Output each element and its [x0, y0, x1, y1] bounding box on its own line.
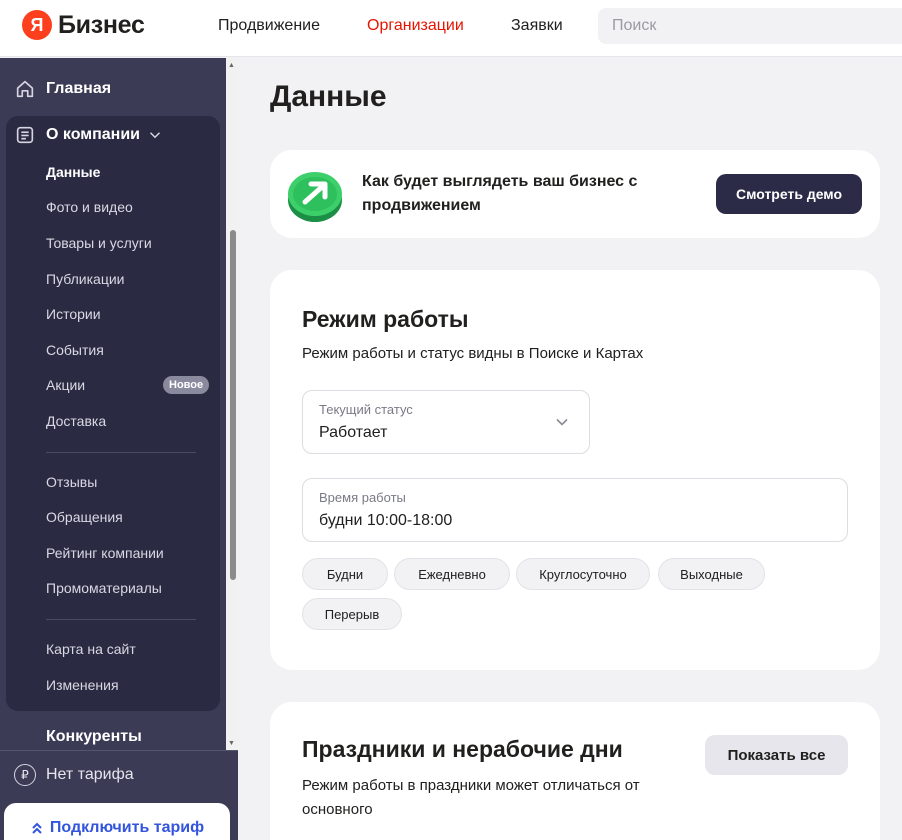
- chip-round-the-clock[interactable]: Круглосуточно: [516, 558, 650, 590]
- sidebar-item-tariff[interactable]: ₽ Нет тарифа: [14, 764, 134, 786]
- page-title: Данные: [270, 80, 387, 113]
- field-label: Текущий статус: [319, 402, 413, 417]
- chip-daily[interactable]: Ежедневно: [394, 558, 510, 590]
- field-label: Время работы: [319, 490, 406, 505]
- sidebar-item-label: О компании: [46, 126, 140, 143]
- field-value: Работает: [319, 424, 388, 441]
- yandex-business-logo[interactable]: Я Бизнес: [22, 10, 145, 40]
- sidebar-item-promotions[interactable]: Акции: [46, 377, 85, 393]
- sidebar-item-site-map[interactable]: Карта на сайт: [46, 641, 136, 657]
- sidebar-item-label: Главная: [46, 80, 112, 97]
- section-subtitle: Режим работы в праздники может отличатьс…: [302, 777, 640, 818]
- arrow-up-right-icon: [286, 168, 344, 229]
- sidebar-divider: [46, 619, 196, 620]
- working-hours-card: Режим работы Режим работы и статус видны…: [270, 270, 880, 670]
- section-title: Режим работы: [302, 306, 469, 332]
- chevrons-up-icon: [32, 822, 42, 834]
- sidebar-item-stories[interactable]: Истории: [46, 306, 101, 322]
- sidebar-item-goods-services[interactable]: Товары и услуги: [46, 235, 152, 251]
- section-title: Праздники и нерабочие дни: [302, 736, 623, 762]
- nav-requests[interactable]: Заявки: [511, 17, 563, 35]
- promo-text: Как будет выглядеть ваш бизнес с продвиж…: [362, 173, 638, 214]
- sidebar-item-requests[interactable]: Обращения: [46, 509, 123, 525]
- new-badge: Новое: [163, 376, 210, 394]
- home-icon: [16, 80, 34, 98]
- search-input[interactable]: [598, 8, 902, 44]
- scroll-up-icon[interactable]: ▲: [228, 62, 235, 69]
- chip-weekdays[interactable]: Будни: [302, 558, 388, 590]
- show-all-button[interactable]: Показать все: [705, 735, 848, 775]
- top-header: Я Бизнес Продвижение Организации Заявки: [0, 0, 902, 57]
- sidebar-item-publications[interactable]: Публикации: [46, 271, 124, 287]
- chevron-down-icon: [149, 132, 161, 139]
- chip-break[interactable]: Перерыв: [302, 598, 402, 630]
- document-icon: [16, 126, 34, 144]
- tariff-label: Нет тарифа: [46, 766, 134, 783]
- logo-text: Бизнес: [58, 10, 145, 39]
- section-subtitle: Режим работы и статус видны в Поиске и К…: [302, 345, 644, 362]
- nav-organizations[interactable]: Организации: [367, 17, 464, 35]
- working-time-field[interactable]: Время работы будни 10:00-18:00: [302, 478, 848, 542]
- sidebar-item-delivery[interactable]: Доставка: [46, 413, 106, 429]
- chevron-down-icon: [556, 418, 568, 426]
- sidebar-item-promo-materials[interactable]: Промоматериалы: [46, 580, 162, 596]
- sidebar-divider: [46, 452, 196, 453]
- scroll-down-icon[interactable]: ▼: [228, 740, 235, 747]
- sidebar-item-about[interactable]: О компании: [14, 124, 164, 146]
- scrollbar-thumb[interactable]: [230, 230, 236, 580]
- holidays-card: Праздники и нерабочие дни Режим работы в…: [270, 702, 880, 840]
- connect-tariff-label: Подключить тариф: [49, 819, 205, 836]
- field-value: будни 10:00-18:00: [319, 512, 453, 529]
- chip-weekends[interactable]: Выходные: [658, 558, 765, 590]
- sidebar-item-events[interactable]: События: [46, 342, 104, 358]
- sidebar: Главная О компании Данные Фото и видео Т…: [0, 58, 238, 840]
- yandex-logo-icon: Я: [22, 10, 52, 40]
- watch-demo-button[interactable]: Смотреть демо: [716, 174, 862, 214]
- sidebar-divider: [0, 750, 238, 751]
- sidebar-item-photo-video[interactable]: Фото и видео: [46, 199, 133, 215]
- promo-card: Как будет выглядеть ваш бизнес с продвиж…: [270, 150, 880, 238]
- sidebar-item-home[interactable]: Главная: [14, 78, 111, 100]
- sidebar-item-data[interactable]: Данные: [46, 164, 100, 180]
- ruble-icon: ₽: [14, 764, 36, 786]
- sidebar-item-changes[interactable]: Изменения: [46, 677, 119, 693]
- sidebar-item-rating[interactable]: Рейтинг компании: [46, 545, 164, 561]
- sidebar-item-reviews[interactable]: Отзывы: [46, 474, 97, 490]
- connect-tariff-button[interactable]: Подключить тариф: [4, 803, 230, 840]
- sidebar-scroll-area: Главная О компании Данные Фото и видео Т…: [0, 58, 226, 750]
- sidebar-item-competitors[interactable]: Конкуренты: [46, 728, 142, 746]
- nav-promotion[interactable]: Продвижение: [218, 17, 320, 35]
- current-status-select[interactable]: Текущий статус Работает: [302, 390, 590, 454]
